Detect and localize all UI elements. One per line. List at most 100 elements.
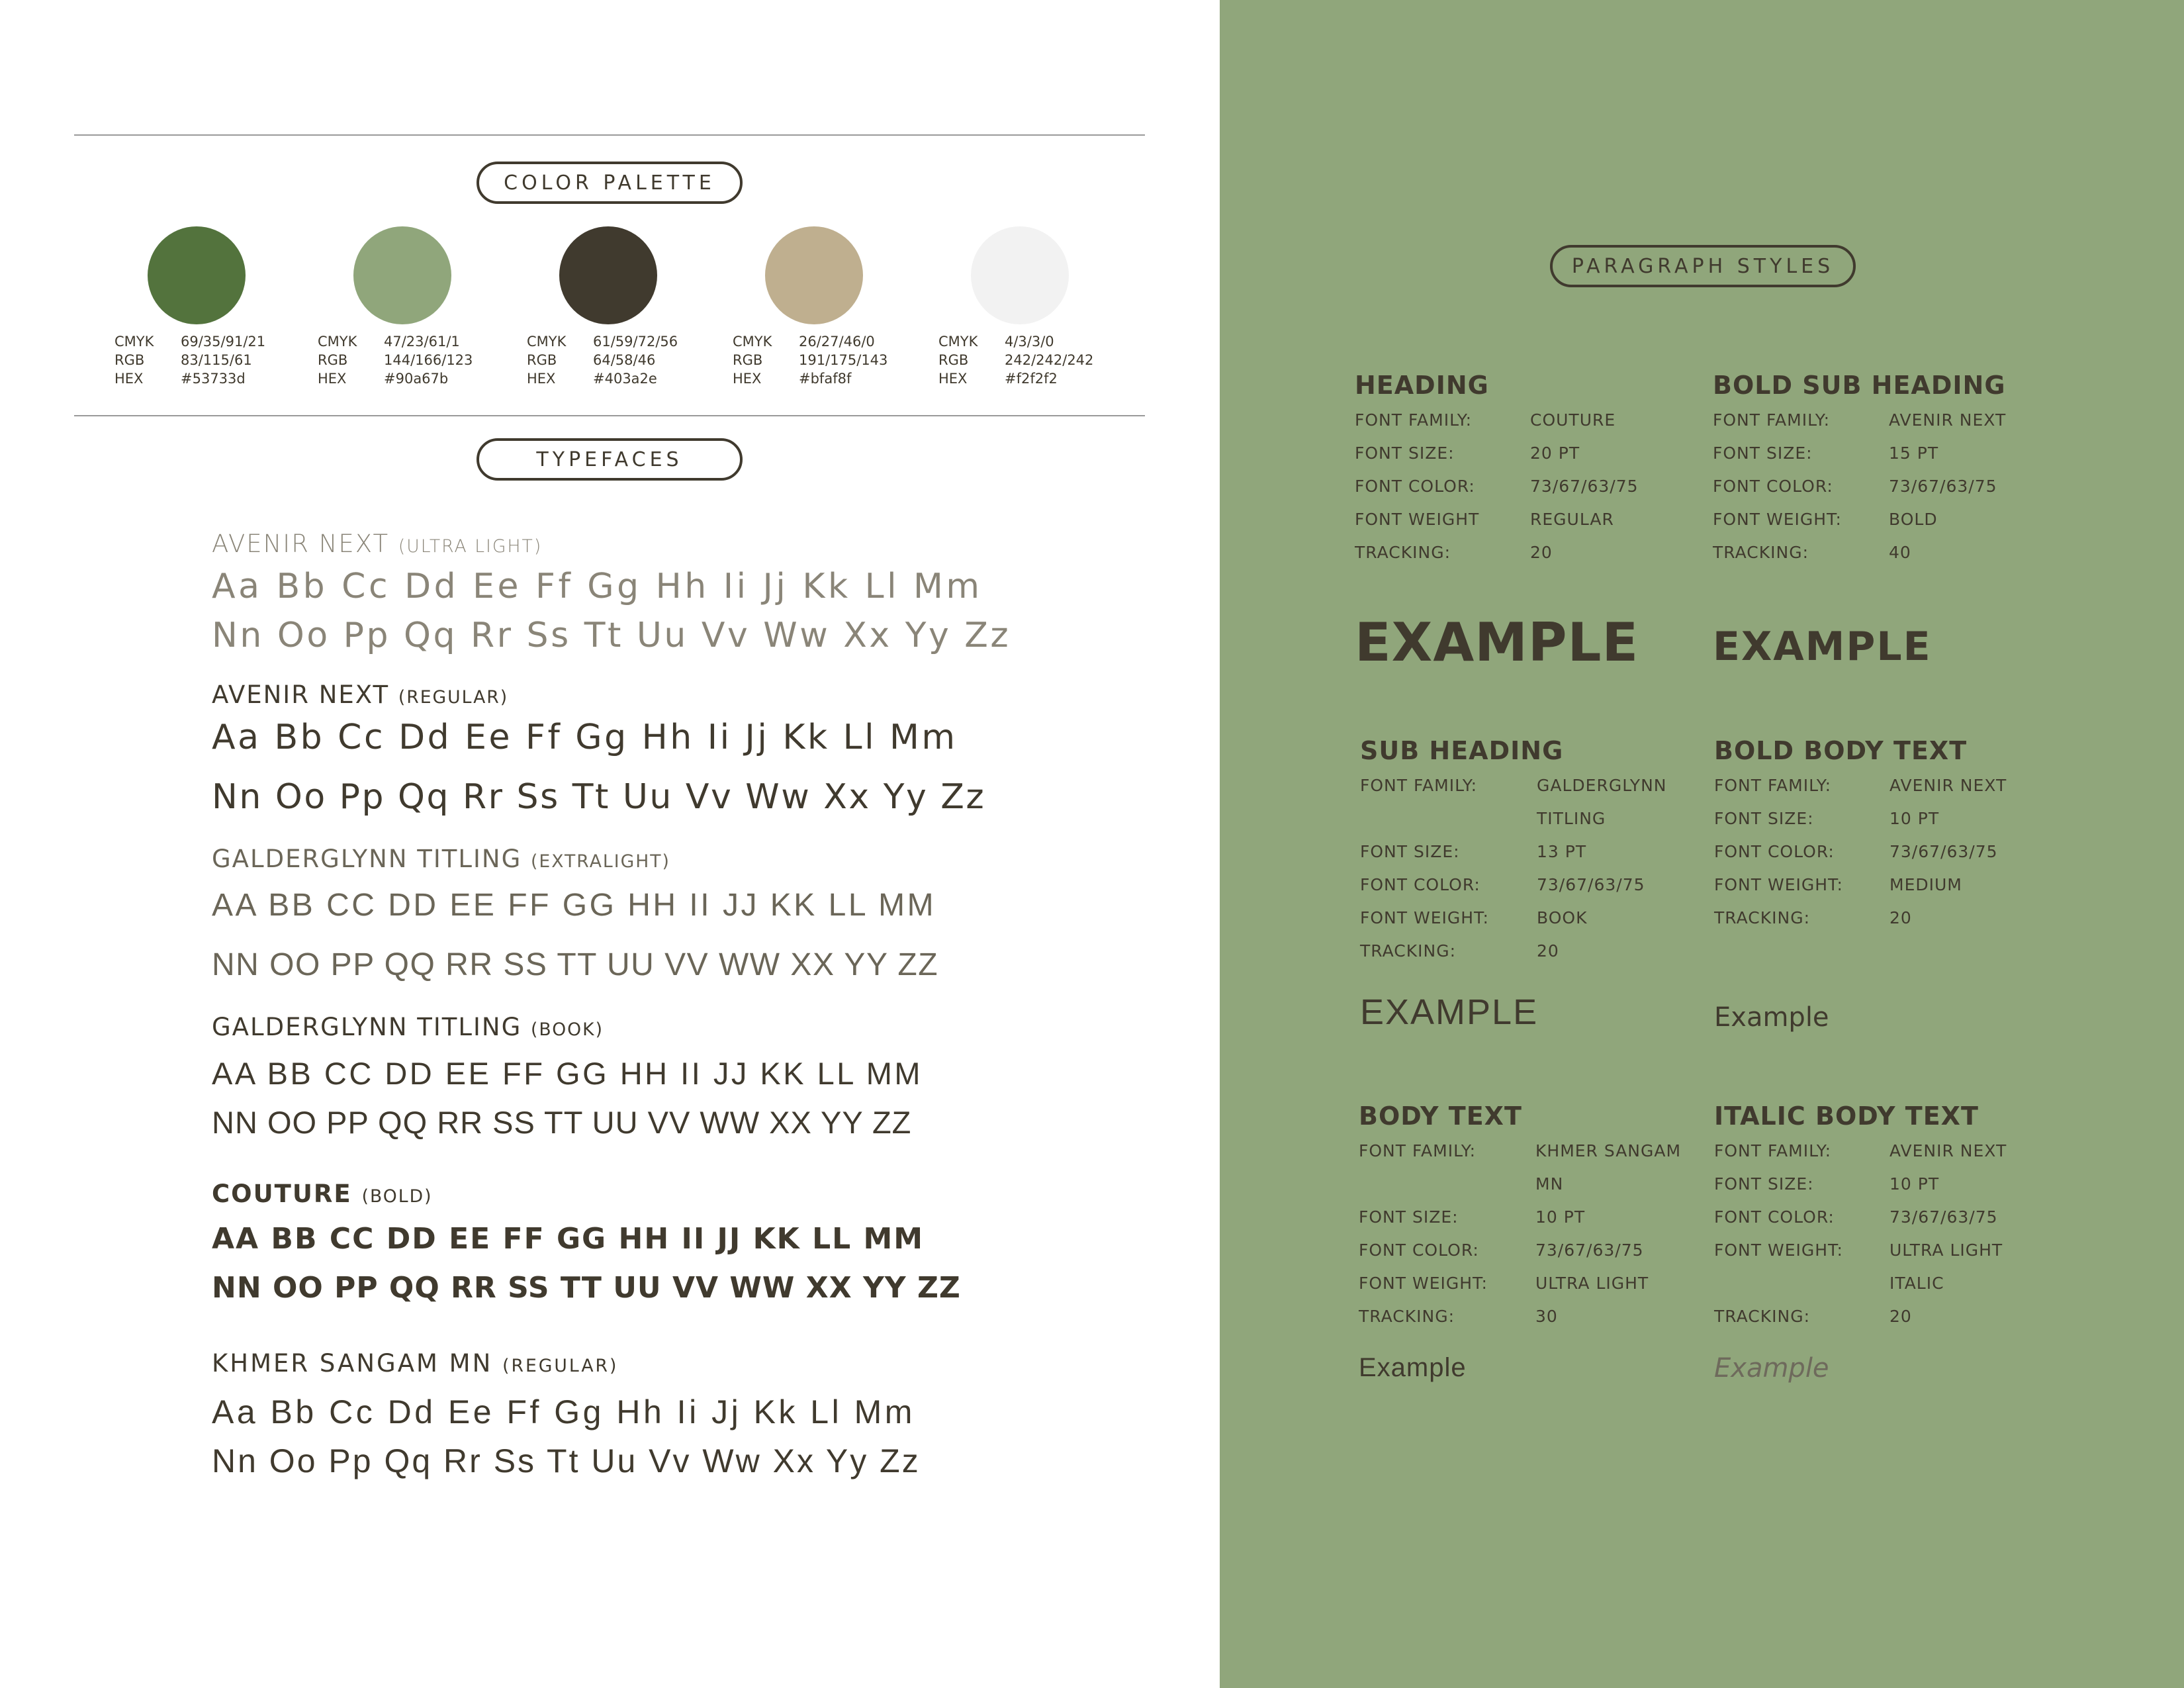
style-title: HEADING: [1355, 371, 1489, 400]
right-page: PARAGRAPH STYLES HEADING FONT FAMILY: CO…: [1220, 0, 2184, 1688]
spec-value: 15 PT: [1889, 444, 1939, 463]
spec-value: REGULAR: [1530, 510, 1614, 529]
spec-label: FONT COLOR:: [1714, 842, 1835, 861]
spec-label: FONT FAMILY:: [1355, 410, 1473, 430]
spec-value: MN: [1535, 1174, 1564, 1194]
spec-value: TITLING: [1537, 809, 1606, 828]
swatch-circle: [971, 226, 1069, 324]
spec-label: FONT COLOR:: [1360, 875, 1480, 894]
spec-value: 13 PT: [1537, 842, 1587, 861]
spec-label: FONT WEIGHT:: [1714, 1241, 1843, 1260]
swatch-circle: [559, 226, 657, 324]
spec-value: 40: [1889, 543, 1911, 562]
spec-value: BOLD: [1889, 510, 1938, 529]
spec-label: FONT COLOR:: [1714, 1207, 1835, 1227]
typeface-sample-line: Nn Oo Pp Qq Rr Ss Tt Uu Vv Ww Xx Yy Zz: [212, 616, 1011, 655]
spec-value: 73/67/63/75: [1535, 1241, 1644, 1260]
top-divider: [74, 134, 1145, 136]
spec-label: FONT WEIGHT:: [1359, 1274, 1488, 1293]
spec-value: KHMER SANGAM: [1535, 1141, 1682, 1160]
typefaces-label: TYPEFACES: [477, 438, 743, 481]
spec-value: ITALIC: [1889, 1274, 1944, 1293]
spec-value: MEDIUM: [1889, 875, 1962, 894]
spec-label: FONT FAMILY:: [1714, 1141, 1832, 1160]
left-page: COLOR PALETTE CMYK 69/35/91/21 RGB 83/115/…: [0, 0, 1220, 1688]
typeface-sample-line: Aa Bb Cc Dd Ee Ff Gg Hh Ii Jj Kk Ll Mm: [212, 1393, 915, 1430]
spec-label: FONT WEIGHT:: [1713, 510, 1842, 529]
spec-label: FONT SIZE:: [1714, 809, 1814, 828]
style-example: EXAMPLE: [1360, 992, 1539, 1032]
spec-label: TRACKING:: [1713, 543, 1809, 562]
typeface-sample-line: AA BB CC DD EE FF GG HH II JJ KK LL MM: [212, 888, 936, 923]
spec-value: 10 PT: [1889, 809, 1940, 828]
spec-value: 73/67/63/75: [1530, 477, 1639, 496]
spec-label: FONT FAMILY:: [1714, 776, 1832, 795]
middle-divider: [74, 415, 1145, 416]
paragraph-styles-label: PARAGRAPH STYLES: [1550, 245, 1856, 287]
typeface-title: KHMER SANGAM MN (REGULAR): [212, 1349, 619, 1378]
typeface-sample-line: NN OO PP QQ RR SS TT UU VV WW XX YY ZZ: [212, 1271, 961, 1305]
typeface-sample-line: NN OO PP QQ RR SS TT UU VV WW XX YY ZZ: [212, 947, 939, 982]
style-example: Example: [1714, 1353, 1829, 1383]
spec-label: TRACKING:: [1714, 1307, 1811, 1326]
spec-label: FONT SIZE:: [1359, 1207, 1459, 1227]
typeface-title: GALDERGLYNN TITLING (EXTRALIGHT): [212, 845, 670, 873]
spec-label: FONT SIZE:: [1713, 444, 1813, 463]
swatch-info: CMYK 47/23/61/1 RGB 144/166/123 HEX #90a67b: [318, 334, 473, 387]
typeface-sample-line: Aa Bb Cc Dd Ee Ff Gg Hh Ii Jj Kk Ll Mm: [212, 718, 958, 757]
spec-value: 10 PT: [1535, 1207, 1586, 1227]
spec-value: 73/67/63/75: [1889, 842, 1998, 861]
swatch-info: CMYK 61/59/72/56 RGB 64/58/46 HEX #403a2e: [527, 334, 678, 387]
spec-label: TRACKING:: [1360, 941, 1457, 961]
swatch-info: CMYK 69/35/91/21 RGB 83/115/61 HEX #53733d: [114, 334, 266, 387]
spec-label: TRACKING:: [1714, 908, 1811, 927]
spec-label: TRACKING:: [1359, 1307, 1455, 1326]
spec-value: COUTURE: [1530, 410, 1616, 430]
spec-label: FONT COLOR:: [1355, 477, 1475, 496]
style-title: BODY TEXT: [1359, 1102, 1522, 1131]
spec-value: ULTRA LIGHT: [1889, 1241, 2003, 1260]
typeface-title: GALDERGLYNN TITLING (BOOK): [212, 1013, 604, 1041]
spec-label: FONT FAMILY:: [1713, 410, 1831, 430]
typeface-title: COUTURE (BOLD): [212, 1180, 433, 1208]
spec-value: AVENIR NEXT: [1889, 1141, 2007, 1160]
spec-label: FONT SIZE:: [1714, 1174, 1814, 1194]
spec-value: 20: [1530, 543, 1553, 562]
spec-value: AVENIR NEXT: [1889, 776, 2007, 795]
typeface-sample-line: Aa Bb Cc Dd Ee Ff Gg Hh Ii Jj Kk Ll Mm: [212, 567, 983, 606]
style-title: BOLD SUB HEADING: [1713, 371, 2006, 400]
spec-value: 30: [1535, 1307, 1558, 1326]
swatch-info: CMYK 26/27/46/0 RGB 191/175/143 HEX #bfaf8f: [733, 334, 888, 387]
typeface-sample-line: AA BB CC DD EE FF GG HH II JJ KK LL MM: [212, 1056, 923, 1091]
style-example: Example: [1359, 1353, 1467, 1382]
style-example: EXAMPLE: [1355, 612, 1639, 673]
spec-value: BOOK: [1537, 908, 1588, 927]
typeface-sample-line: Nn Oo Pp Qq Rr Ss Tt Uu Vv Ww Xx Yy Zz: [212, 777, 986, 817]
spec-label: FONT FAMILY:: [1359, 1141, 1477, 1160]
color-palette-label: COLOR PALETTE: [477, 162, 743, 204]
spec-label: TRACKING:: [1355, 543, 1451, 562]
swatch-circle: [353, 226, 451, 324]
swatch-circle: [765, 226, 863, 324]
swatch-circle: [148, 226, 246, 324]
spec-value: 73/67/63/75: [1889, 477, 1997, 496]
spec-value: 73/67/63/75: [1889, 1207, 1998, 1227]
typeface-title: AVENIR NEXT (REGULAR): [212, 680, 509, 709]
spec-value: ULTRA LIGHT: [1535, 1274, 1649, 1293]
spec-label: FONT WEIGHT: [1355, 510, 1480, 529]
swatch-info: CMYK 4/3/3/0 RGB 242/242/242 HEX #f2f2f2: [938, 334, 1094, 387]
spec-label: FONT WEIGHT:: [1360, 908, 1489, 927]
style-example: EXAMPLE: [1713, 624, 1932, 670]
typeface-sample-line: NN OO PP QQ RR SS TT UU VV WW XX YY ZZ: [212, 1105, 912, 1140]
style-title: ITALIC BODY TEXT: [1714, 1102, 1979, 1131]
typeface-sample-line: AA BB CC DD EE FF GG HH II JJ KK LL MM: [212, 1222, 925, 1256]
spec-value: 10 PT: [1889, 1174, 1940, 1194]
spec-label: FONT COLOR:: [1359, 1241, 1479, 1260]
spec-label: FONT COLOR:: [1713, 477, 1833, 496]
spec-value: 20: [1889, 1307, 1912, 1326]
typeface-title: AVENIR NEXT (ULTRA LIGHT): [212, 530, 543, 558]
spec-value: 20 PT: [1530, 444, 1580, 463]
spec-label: FONT SIZE:: [1360, 842, 1460, 861]
spec-label: FONT SIZE:: [1355, 444, 1455, 463]
style-title: SUB HEADING: [1360, 736, 1564, 765]
